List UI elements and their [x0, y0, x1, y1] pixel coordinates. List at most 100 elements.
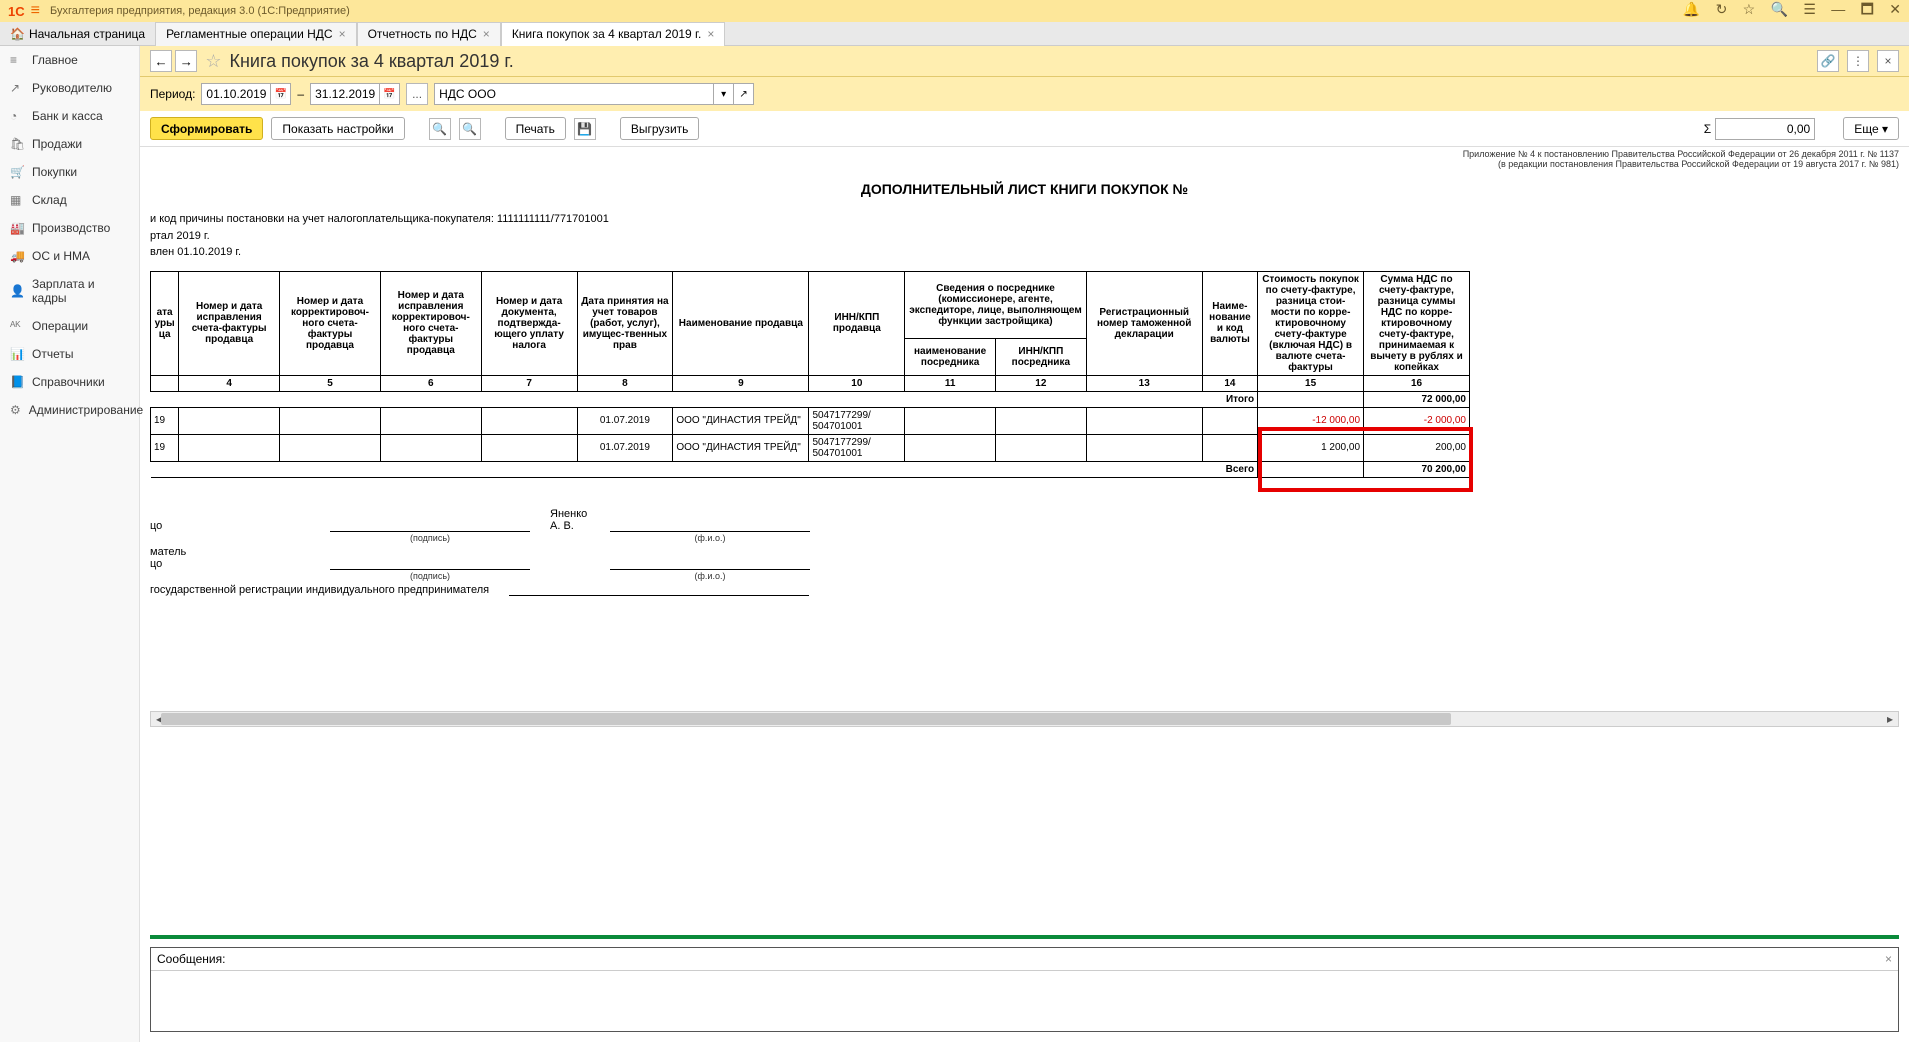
tab-purchase-book[interactable]: Книга покупок за 4 квартал 2019 г.× — [501, 22, 726, 46]
cell: ООО "ДИНАСТИЯ ТРЕЙД" — [673, 434, 809, 461]
nav-purchases[interactable]: 🛒Покупки — [0, 158, 139, 186]
search-icon[interactable]: 🔍 — [1771, 1, 1788, 17]
nav-production[interactable]: 🏭Производство — [0, 214, 139, 242]
table-row: 19 01.07.2019 ООО "ДИНАСТИЯ ТРЕЙД" 50471… — [151, 407, 1470, 434]
close-page-icon[interactable]: × — [1877, 50, 1899, 72]
cart-icon: 🛒 — [10, 165, 24, 179]
legal-line2: (в редакции постановления Правительства … — [150, 159, 1899, 169]
col-num: 6 — [380, 375, 481, 391]
nav-admin[interactable]: ⚙Администрирование — [0, 396, 139, 424]
chevron-down-icon[interactable]: ▾ — [714, 83, 734, 105]
main-area: ← → ☆ Книга покупок за 4 квартал 2019 г.… — [140, 46, 1909, 1042]
open-icon[interactable]: ↗ — [734, 83, 754, 105]
horizontal-scrollbar[interactable]: ◂ ▸ — [150, 711, 1899, 727]
scroll-thumb[interactable] — [161, 713, 1451, 725]
nav-catalogs[interactable]: 📘 Справочники — [0, 368, 139, 396]
nav-bank[interactable]: ◔Банк и касса — [0, 102, 139, 130]
report-scroll[interactable]: Приложение № 4 к постановлению Правитель… — [150, 147, 1899, 707]
col-num: 10 — [809, 375, 905, 391]
messages-close-icon[interactable]: × — [1885, 952, 1892, 966]
link-icon[interactable]: 🔗 — [1817, 50, 1839, 72]
report-icon: 📊 — [10, 347, 24, 361]
scroll-right-icon[interactable]: ▸ — [1882, 712, 1898, 726]
sum-input[interactable] — [1715, 118, 1815, 140]
star-icon[interactable]: ☆ — [1743, 1, 1756, 17]
calendar-icon[interactable]: 📅 — [380, 83, 400, 105]
print-button[interactable]: Печать — [505, 117, 566, 140]
minimize-icon[interactable]: — — [1831, 1, 1845, 17]
title-bar: 1C ≡ Бухгалтерия предприятия, редакция 3… — [0, 0, 1909, 22]
zoom-out-icon[interactable]: 🔍 — [459, 118, 481, 140]
home-tab[interactable]: 🏠Начальная страница — [0, 27, 155, 41]
info-line: влен 01.10.2019 г. — [150, 244, 1899, 261]
zoom-in-icon[interactable]: 🔍 — [429, 118, 451, 140]
kebab-icon[interactable]: ⋮ — [1847, 50, 1869, 72]
nav-payroll[interactable]: 👤Зарплата и кадры — [0, 270, 139, 312]
nav-label: Банк и касса — [32, 109, 103, 123]
col-num: 7 — [481, 375, 577, 391]
tab-close-icon[interactable]: × — [483, 27, 490, 41]
nav-label: Главное — [32, 53, 78, 67]
col-header: ИНН/КПП посредника — [995, 338, 1086, 375]
more-button[interactable]: Еще — [1843, 117, 1899, 140]
history-icon[interactable]: ↻ — [1716, 1, 1728, 17]
col-num: 16 — [1364, 375, 1470, 391]
calendar-icon[interactable]: 📅 — [271, 83, 291, 105]
sign-line: (подпись) — [330, 569, 530, 570]
favorite-star-icon[interactable]: ☆ — [205, 51, 221, 72]
col-header: Номер и дата исправления счета-фактуры п… — [179, 271, 280, 375]
cell — [995, 407, 1086, 434]
period-picker-button[interactable]: ... — [406, 83, 428, 105]
period-label: Период: — [150, 87, 195, 101]
cell: 5047177299/ 504701001 — [809, 434, 905, 461]
date-to-input[interactable] — [310, 83, 380, 105]
form-button[interactable]: Сформировать — [150, 117, 263, 140]
nav-main[interactable]: ≡Главное — [0, 46, 139, 74]
tab-reg-ops[interactable]: Регламентные операции НДС× — [155, 22, 357, 46]
nav-operations[interactable]: ᴬᴷ Операции — [0, 312, 139, 340]
settings-icon[interactable]: ☰ — [1803, 1, 1816, 17]
date-from-input[interactable] — [201, 83, 271, 105]
cell — [481, 407, 577, 434]
col-header-group: Сведения о посреднике (комиссионере, аге… — [905, 271, 1087, 338]
cell-amount: 1 200,00 — [1258, 434, 1364, 461]
forward-button[interactable]: → — [175, 50, 197, 72]
nav-label: Справочники — [32, 375, 105, 389]
tab-vat-reports[interactable]: Отчетность по НДС× — [357, 22, 501, 46]
nav-label: Операции — [32, 319, 88, 333]
sign-sub: (подпись) — [330, 571, 530, 581]
book-icon: 📘 — [10, 375, 24, 389]
back-button[interactable]: ← — [150, 50, 172, 72]
nav-assets[interactable]: 🚚ОС и НМА — [0, 242, 139, 270]
main-menu-icon[interactable]: ≡ — [31, 2, 40, 20]
col-header: Наименование продавца — [673, 271, 809, 375]
cell — [995, 434, 1086, 461]
col-num: 11 — [905, 375, 996, 391]
maximize-icon[interactable]: 🗖 — [1861, 1, 1874, 17]
close-icon[interactable]: ✕ — [1889, 1, 1901, 17]
nav-reports[interactable]: 📊Отчеты — [0, 340, 139, 368]
cell: ООО "ДИНАСТИЯ ТРЕЙД" — [673, 407, 809, 434]
dash-label: – — [297, 87, 304, 101]
subtotal-value: 72 000,00 — [1364, 391, 1470, 407]
ops-icon: ᴬᴷ — [10, 319, 24, 333]
settings-button[interactable]: Показать настройки — [271, 117, 404, 140]
tab-close-icon[interactable]: × — [339, 27, 346, 41]
col-header: Дата принятия на учет товаров (работ, ус… — [577, 271, 673, 375]
nav-warehouse[interactable]: ▦Склад — [0, 186, 139, 214]
nav-arrows: ← → — [150, 50, 197, 72]
org-input[interactable] — [434, 83, 714, 105]
info-line: и код причины постановки на учет налогоп… — [150, 211, 1899, 228]
col-num: 8 — [577, 375, 673, 391]
tab-close-icon[interactable]: × — [707, 27, 714, 41]
filter-bar: Период: 📅 – 📅 ... ▾ ↗ — [140, 77, 1909, 111]
total-value: 70 200,00 — [1364, 461, 1470, 477]
sign-sub: (ф.и.о.) — [610, 533, 810, 543]
bell-icon[interactable]: 🔔 — [1683, 1, 1700, 17]
save-icon[interactable]: 💾 — [574, 118, 596, 140]
export-button[interactable]: Выгрузить — [620, 117, 700, 140]
report-table: ата уры ца Номер и дата исправления счет… — [150, 271, 1470, 478]
cell-amount: -12 000,00 — [1258, 407, 1364, 434]
nav-manager[interactable]: ↗Руководителю — [0, 74, 139, 102]
nav-sales[interactable]: 🛍Продажи — [0, 130, 139, 158]
